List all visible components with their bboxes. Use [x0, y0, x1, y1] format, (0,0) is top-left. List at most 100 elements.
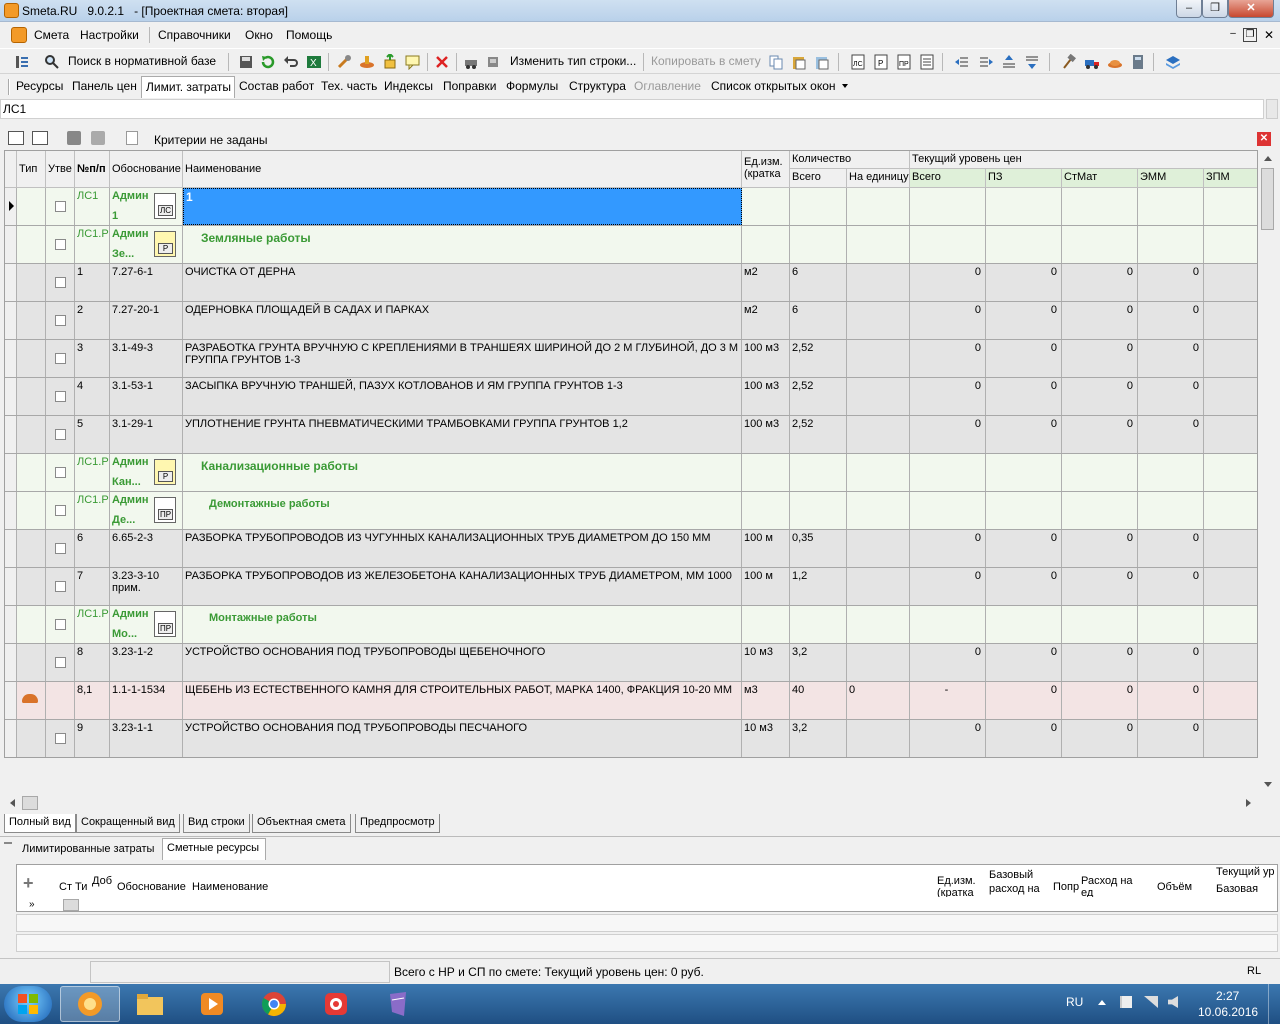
empty-cell[interactable]: [1062, 454, 1138, 491]
approved-cell[interactable]: [46, 530, 75, 567]
row-indicator[interactable]: [5, 264, 17, 301]
approved-cell[interactable]: [46, 264, 75, 301]
lower-header-cur[interactable]: Текущий ур: [1216, 866, 1276, 878]
section-code[interactable]: ЛС1.Р: [75, 606, 110, 643]
header-price-level[interactable]: Текущий уровень цен: [910, 151, 1257, 169]
empty-cell[interactable]: [742, 492, 790, 529]
type-cell[interactable]: [17, 378, 46, 415]
menu-settings[interactable]: Настройки: [80, 28, 139, 42]
start-button[interactable]: [4, 986, 52, 1022]
scroll-up-arrow-icon[interactable]: [1264, 156, 1272, 161]
section-title[interactable]: Монтажные работы: [183, 606, 742, 643]
type-cell[interactable]: [17, 682, 46, 719]
minimize-button[interactable]: –: [1176, 0, 1202, 18]
tab-estimate-resources[interactable]: Сметные ресурсы: [167, 842, 259, 854]
row-indicator[interactable]: [5, 606, 17, 643]
row-zpm[interactable]: [1204, 530, 1257, 567]
section-doc-icon[interactable]: Р: [871, 52, 891, 72]
indent-left-icon[interactable]: [952, 52, 972, 72]
row-indicator[interactable]: [5, 682, 17, 719]
section-title[interactable]: Канализационные работы: [183, 454, 742, 491]
row-zpm[interactable]: [1204, 416, 1257, 453]
row-basis[interactable]: 7.27-20-1: [110, 302, 183, 339]
row-pz[interactable]: 0: [986, 264, 1062, 301]
section-row[interactable]: ЛС1.Р Админ Де... ПР Демонтажные работы: [5, 492, 1257, 530]
taskbar-explorer[interactable]: [120, 986, 180, 1022]
empty-cell[interactable]: [910, 226, 986, 263]
row-qty-total[interactable]: 40: [790, 682, 847, 719]
row-basis[interactable]: 3.23-3-10 прим.: [110, 568, 183, 605]
table-row[interactable]: 8 3.23-1-2 УСТРОЙСТВО ОСНОВАНИЯ ПОД ТРУБОП…: [5, 644, 1257, 682]
row-zpm[interactable]: [1204, 644, 1257, 681]
row-qty-per-unit[interactable]: [847, 568, 910, 605]
menu-help[interactable]: Помощь: [286, 28, 332, 42]
scroll-right-arrow-icon[interactable]: [1246, 799, 1251, 807]
row-qty-per-unit[interactable]: [847, 530, 910, 567]
empty-cell[interactable]: [790, 454, 847, 491]
row-pz[interactable]: 0: [986, 378, 1062, 415]
row-emm[interactable]: 0: [1138, 720, 1204, 757]
scroll-down-arrow-icon[interactable]: [1264, 782, 1272, 787]
empty-cell[interactable]: [1062, 492, 1138, 529]
row-price-total[interactable]: 0: [910, 416, 986, 453]
taskbar-smeta-app[interactable]: [60, 986, 120, 1022]
row-price-total[interactable]: 0: [910, 302, 986, 339]
tab-formulas[interactable]: Формулы: [506, 79, 558, 93]
row-number[interactable]: 7: [75, 568, 110, 605]
tab-tech-part[interactable]: Тех. часть: [321, 79, 377, 93]
approved-checkbox[interactable]: [55, 429, 66, 440]
empty-cell[interactable]: [742, 188, 790, 225]
refresh-icon[interactable]: [258, 52, 278, 72]
tab-limited-costs[interactable]: Лимит. затраты: [146, 80, 231, 94]
section-author[interactable]: Админ 1 ЛС: [110, 188, 183, 225]
empty-cell[interactable]: [910, 606, 986, 643]
header-pz[interactable]: ПЗ: [986, 169, 1062, 188]
row-unit[interactable]: м2: [742, 264, 790, 301]
section-title[interactable]: Земляные работы: [183, 226, 742, 263]
section-author[interactable]: Админ Зе... Р: [110, 226, 183, 263]
row-price-total[interactable]: 0: [910, 720, 986, 757]
section-code[interactable]: ЛС1.Р: [75, 454, 110, 491]
row-number[interactable]: 9: [75, 720, 110, 757]
row-qty-per-unit[interactable]: [847, 720, 910, 757]
empty-cell[interactable]: [1062, 606, 1138, 643]
row-indicator[interactable]: [5, 568, 17, 605]
row-number[interactable]: 8: [75, 644, 110, 681]
expand-tree-icon[interactable]: [8, 131, 24, 145]
empty-cell[interactable]: [986, 226, 1062, 263]
row-indicator[interactable]: [5, 720, 17, 757]
filter-doc-icon[interactable]: [126, 131, 138, 145]
approved-checkbox[interactable]: [55, 201, 66, 212]
insert-icon[interactable]: [380, 52, 400, 72]
tray-flag-icon[interactable]: [1120, 996, 1132, 1008]
hscroll-thumb[interactable]: [22, 796, 38, 810]
approved-checkbox[interactable]: [55, 733, 66, 744]
tab-short-view[interactable]: Сокращенный вид: [76, 814, 180, 833]
type-cell[interactable]: [17, 264, 46, 301]
lower-header-basis[interactable]: Обоснование: [117, 881, 186, 893]
row-stmat[interactable]: 0: [1062, 682, 1138, 719]
row-stmat[interactable]: 0: [1062, 416, 1138, 453]
tab-corrections[interactable]: Поправки: [443, 79, 496, 93]
header-emm[interactable]: ЭММ: [1138, 169, 1204, 188]
row-zpm[interactable]: [1204, 340, 1257, 377]
tab-resources[interactable]: Ресурсы: [16, 79, 63, 93]
menu-smeta[interactable]: Смета: [34, 28, 69, 42]
row-number[interactable]: 5: [75, 416, 110, 453]
row-zpm[interactable]: [1204, 682, 1257, 719]
row-basis[interactable]: 3.1-53-1: [110, 378, 183, 415]
undo-icon[interactable]: [281, 52, 301, 72]
type-cell[interactable]: [17, 644, 46, 681]
row-qty-total[interactable]: 3,2: [790, 720, 847, 757]
row-pz[interactable]: 0: [986, 340, 1062, 377]
row-unit[interactable]: 100 м3: [742, 378, 790, 415]
empty-cell[interactable]: [847, 492, 910, 529]
table-row[interactable]: 3 3.1-49-3 РАЗРАБОТКА ГРУНТА ВРУЧНУЮ С КРЕ…: [5, 340, 1257, 378]
header-quantity[interactable]: Количество: [790, 151, 910, 169]
empty-cell[interactable]: [986, 492, 1062, 529]
scroll-thumb[interactable]: [1261, 168, 1274, 230]
empty-cell[interactable]: [847, 226, 910, 263]
row-name[interactable]: РАЗБОРКА ТРУБОПРОВОДОВ ИЗ ЖЕЛЕЗОБЕТОНА К…: [183, 568, 742, 605]
row-indicator[interactable]: [5, 454, 17, 491]
approved-checkbox[interactable]: [55, 543, 66, 554]
